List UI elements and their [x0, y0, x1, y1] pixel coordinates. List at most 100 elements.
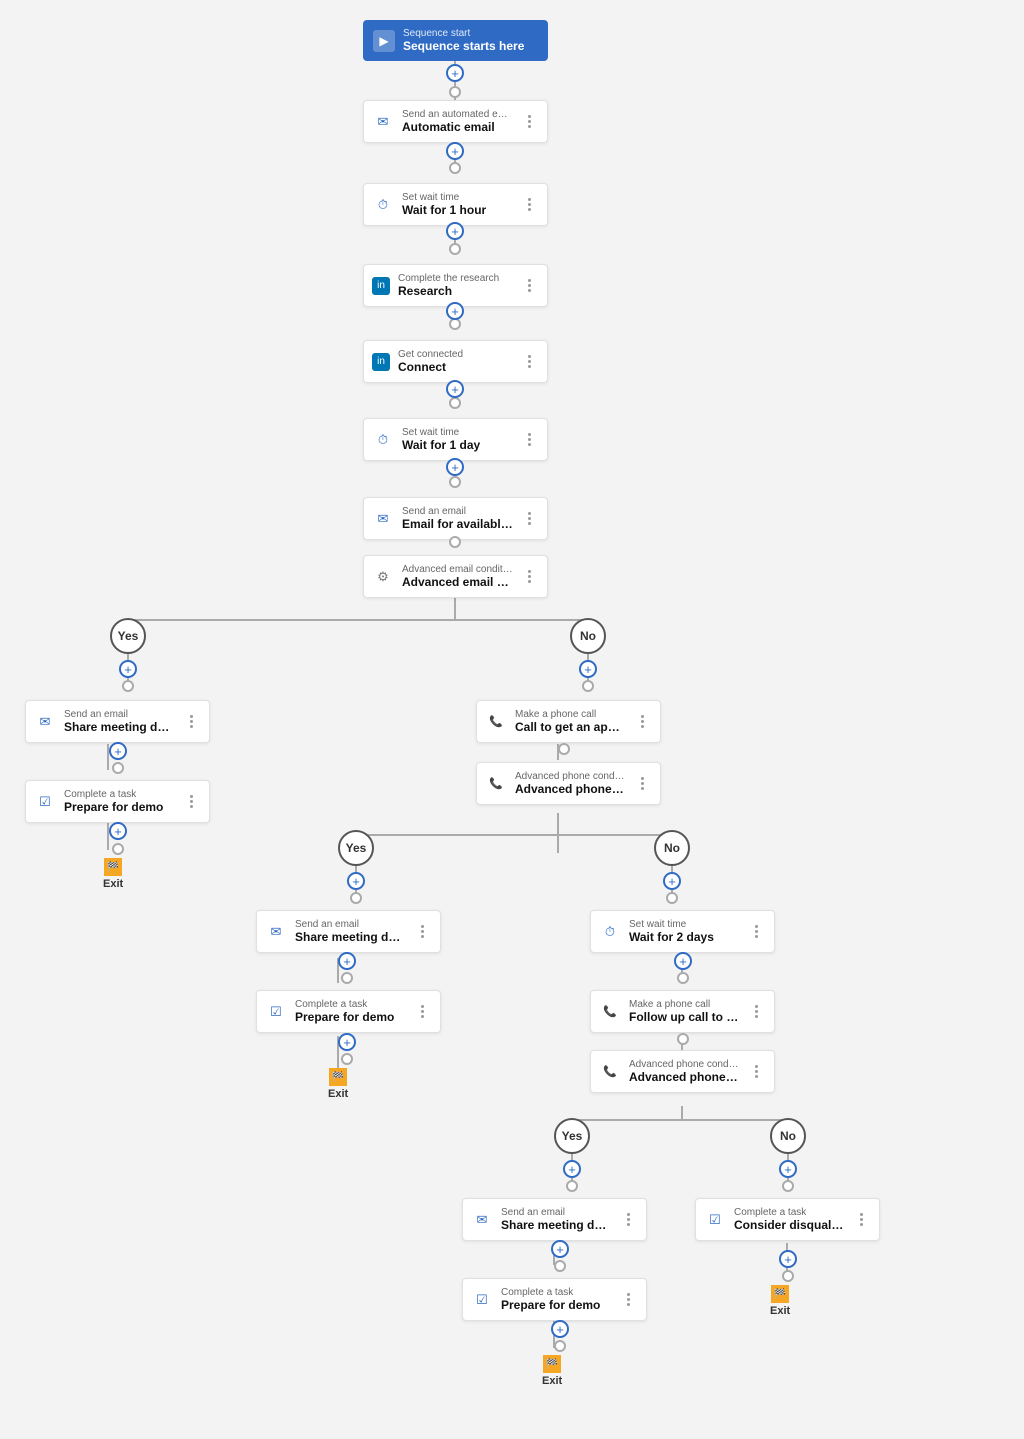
node-research[interactable]: in Complete the research Research: [363, 264, 548, 307]
node-prepare-demo-3[interactable]: ☑ Complete a task Prepare for demo: [462, 1278, 647, 1321]
node8no-menu[interactable]: [634, 714, 650, 730]
node-automatic-email[interactable]: ✉ Send an automated email Automatic emai…: [363, 100, 548, 143]
add-step-exit2[interactable]: +: [338, 1033, 356, 1051]
circle-exit3: [554, 1340, 566, 1352]
node11yes2-menu[interactable]: [414, 1004, 430, 1020]
node8yes-label: Send an email: [64, 709, 175, 720]
node10yes2-title: Share meeting details: [295, 930, 406, 944]
add-step-no2b[interactable]: +: [674, 952, 692, 970]
node9yes-title: Prepare for demo: [64, 800, 175, 814]
node-share-meeting-3[interactable]: ✉ Send an email Share meeting details: [462, 1198, 647, 1241]
node2-menu[interactable]: [521, 197, 537, 213]
add-step-no1[interactable]: +: [579, 660, 597, 678]
node6-label: Send an email: [402, 506, 513, 517]
node-disqualify[interactable]: ☑ Complete a task Consider disqualifying…: [695, 1198, 880, 1241]
exit-node-3: 🏁 Exit: [542, 1355, 562, 1387]
node13yes3-title: Share meeting details: [501, 1218, 612, 1232]
add-step-exit3[interactable]: +: [551, 1320, 569, 1338]
add-step-yes1[interactable]: +: [119, 660, 137, 678]
exit-label-1: Exit: [103, 878, 123, 890]
add-step-yes3[interactable]: +: [563, 1160, 581, 1178]
branch-yes1: Yes: [110, 618, 146, 654]
node4-menu[interactable]: [521, 354, 537, 370]
node11no2-menu[interactable]: [748, 1004, 764, 1020]
add-step-btn-2[interactable]: +: [446, 222, 464, 240]
node-wait-2days[interactable]: ⏱ Set wait time Wait for 2 days: [590, 910, 775, 953]
connector-circle-5: [449, 476, 461, 488]
node8yes-menu[interactable]: [183, 714, 199, 730]
node12no2-label: Advanced phone condition: [629, 1059, 740, 1070]
add-step-yes3b[interactable]: +: [551, 1240, 569, 1258]
node-followup-call[interactable]: 📞 Make a phone call Follow up call to ge…: [590, 990, 775, 1033]
circle-exit4: [782, 1270, 794, 1282]
task-icon: ☑: [34, 791, 56, 813]
node9yes-menu[interactable]: [183, 794, 199, 810]
node5-menu[interactable]: [521, 432, 537, 448]
node4-title: Connect: [398, 360, 513, 374]
start-node: ▶ Sequence start Sequence starts here: [363, 20, 548, 61]
phone3-icon: 📞: [599, 1001, 621, 1023]
add-step-exit4[interactable]: +: [779, 1250, 797, 1268]
node13yes3-menu[interactable]: [620, 1212, 636, 1228]
node-prepare-demo-1[interactable]: ☑ Complete a task Prepare for demo: [25, 780, 210, 823]
branch-no2: No: [654, 830, 690, 866]
add-step-yes2[interactable]: +: [347, 872, 365, 890]
node7-menu[interactable]: [521, 569, 537, 585]
node1-menu[interactable]: [521, 114, 537, 130]
circle-yes1: [122, 680, 134, 692]
email5-icon: ✉: [471, 1209, 493, 1231]
circle-yes3b: [554, 1260, 566, 1272]
exit-node-4: 🏁 Exit: [770, 1285, 790, 1317]
node10no2-menu[interactable]: [748, 924, 764, 940]
node7-label: Advanced email conditions: [402, 564, 513, 575]
node-adv-phone-2[interactable]: 📞 Advanced phone condition Advanced phon…: [590, 1050, 775, 1093]
node9no-menu[interactable]: [634, 776, 650, 792]
node-wait-1day[interactable]: ⏱ Set wait time Wait for 1 day: [363, 418, 548, 461]
add-step-yes1b[interactable]: +: [109, 742, 127, 760]
add-step-btn-3[interactable]: +: [446, 302, 464, 320]
add-step-btn-0[interactable]: +: [446, 64, 464, 82]
clock3-icon: ⏱: [599, 921, 621, 943]
add-step-exit1[interactable]: +: [109, 822, 127, 840]
node-adv-email[interactable]: ⚙ Advanced email conditions Advanced ema…: [363, 555, 548, 598]
node13no3-title: Consider disqualifying the customer: [734, 1218, 845, 1232]
add-step-yes2b[interactable]: +: [338, 952, 356, 970]
node-phone-call-1[interactable]: 📞 Make a phone call Call to get an appoi…: [476, 700, 661, 743]
circle-no1b: [558, 743, 570, 755]
node2-title: Wait for 1 hour: [402, 203, 513, 217]
node-share-meeting-1[interactable]: ✉ Send an email Share meeting details: [25, 700, 210, 743]
connector-circle-6: [449, 536, 461, 548]
circle-no1: [582, 680, 594, 692]
node-connect[interactable]: in Get connected Connect: [363, 340, 548, 383]
node10no2-title: Wait for 2 days: [629, 930, 740, 944]
node-email-timeslots[interactable]: ✉ Send an email Email for available time…: [363, 497, 548, 540]
add-step-btn-5[interactable]: +: [446, 458, 464, 476]
node13no3-menu[interactable]: [853, 1212, 869, 1228]
node10yes2-label: Send an email: [295, 919, 406, 930]
email-icon: ✉: [372, 111, 394, 133]
add-step-btn-1[interactable]: +: [446, 142, 464, 160]
node13yes3-label: Send an email: [501, 1207, 612, 1218]
add-step-no3[interactable]: +: [779, 1160, 797, 1178]
node9yes-label: Complete a task: [64, 789, 175, 800]
node14yes3-menu[interactable]: [620, 1292, 636, 1308]
node1-label: Send an automated email: [402, 109, 513, 120]
node14yes3-label: Complete a task: [501, 1287, 612, 1298]
add-step-btn-4[interactable]: +: [446, 380, 464, 398]
node-adv-phone-1[interactable]: 📞 Advanced phone condition Advanced phon…: [476, 762, 661, 805]
node12no2-menu[interactable]: [748, 1064, 764, 1080]
circle-no3: [782, 1180, 794, 1192]
node6-menu[interactable]: [521, 511, 537, 527]
connector-circle-2: [449, 243, 461, 255]
add-step-no2[interactable]: +: [663, 872, 681, 890]
exit-icon-1: 🏁: [104, 858, 122, 876]
linkedin-icon: in: [372, 277, 390, 295]
node3-menu[interactable]: [521, 278, 537, 294]
node11yes2-label: Complete a task: [295, 999, 406, 1010]
node-prepare-demo-2[interactable]: ☑ Complete a task Prepare for demo: [256, 990, 441, 1033]
node-share-meeting-2[interactable]: ✉ Send an email Share meeting details: [256, 910, 441, 953]
node-wait-1hour[interactable]: ⏱ Set wait time Wait for 1 hour: [363, 183, 548, 226]
phone-icon: 📞: [485, 711, 507, 733]
node6-title: Email for available time slots: [402, 517, 513, 531]
node10yes2-menu[interactable]: [414, 924, 430, 940]
